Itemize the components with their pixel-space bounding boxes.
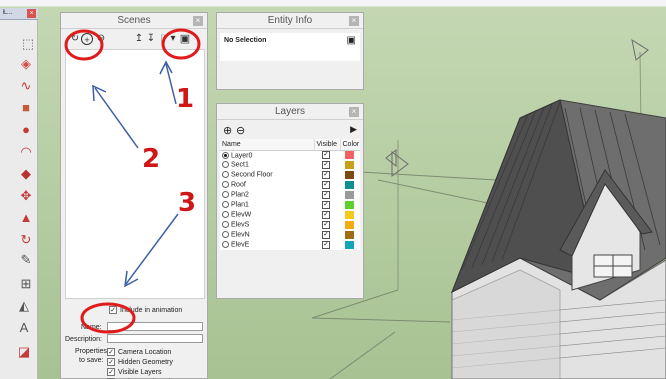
arrow-1-head xyxy=(159,60,173,75)
arrow-2 xyxy=(94,87,139,149)
highlight-circle-name-field xyxy=(80,302,136,334)
annotation-number-2: 2 xyxy=(142,144,161,174)
tutorial-annotations xyxy=(64,28,201,334)
highlight-circle-details xyxy=(161,28,201,60)
highlight-circle-add-scene xyxy=(64,29,104,61)
annotation-number-1: 1 xyxy=(176,84,195,114)
arrow-3 xyxy=(125,213,179,285)
annotation-number-3: 3 xyxy=(178,188,197,218)
